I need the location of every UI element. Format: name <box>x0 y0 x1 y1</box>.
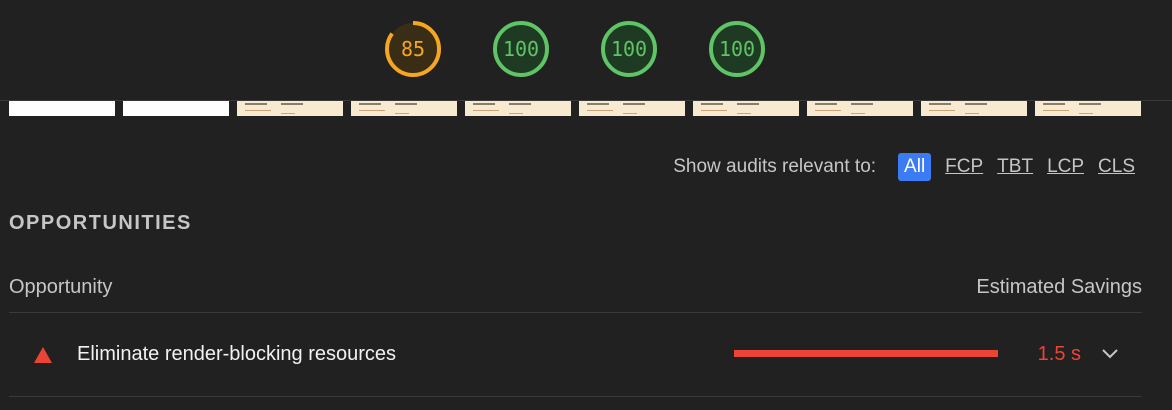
audit-filter: Show audits relevant to: All FCP TBT LCP… <box>673 152 1135 181</box>
score-gauge-accessibility[interactable]: 100 <box>492 20 550 78</box>
filmstrip-frame <box>237 101 343 116</box>
filmstrip-frame <box>465 101 571 116</box>
opportunities-table-header: Opportunity Estimated Savings <box>9 276 1142 313</box>
opportunity-row[interactable]: Eliminate render-blocking resources 1.5 … <box>9 313 1142 397</box>
filmstrip-frame <box>123 101 229 116</box>
score-value: 100 <box>502 37 540 61</box>
filmstrip-frame <box>1035 101 1141 116</box>
filter-chip-tbt[interactable]: TBT <box>997 154 1033 180</box>
score-value: 100 <box>718 37 756 61</box>
score-gauge-best-practices[interactable]: 100 <box>600 20 658 78</box>
score-gauge-performance[interactable]: 85 <box>384 20 442 78</box>
filter-label: Show audits relevant to: <box>673 155 877 177</box>
filter-chip-cls[interactable]: CLS <box>1098 154 1135 180</box>
score-gauge-seo[interactable]: 100 <box>708 20 766 78</box>
score-value: 85 <box>400 37 426 61</box>
filter-chip-all[interactable]: All <box>898 152 932 181</box>
score-gauges-bar: 85 100 100 100 <box>0 0 1172 101</box>
section-title-opportunities: OPPORTUNITIES <box>9 212 192 234</box>
filmstrip-frame <box>579 101 685 116</box>
opportunity-title: Eliminate render-blocking resources <box>77 343 397 365</box>
filter-chip-lcp[interactable]: LCP <box>1047 154 1084 180</box>
filmstrip-frame <box>693 101 799 116</box>
filmstrip-frame <box>807 101 913 116</box>
score-value: 100 <box>610 37 648 61</box>
filter-chip-fcp[interactable]: FCP <box>945 154 983 180</box>
opportunity-savings: 1.5 s <box>1037 343 1081 365</box>
filmstrip-frame <box>921 101 1027 116</box>
chevron-down-icon[interactable] <box>1100 346 1120 360</box>
savings-bar <box>734 350 998 357</box>
column-header-estimated-savings: Estimated Savings <box>976 276 1142 298</box>
filmstrip-frame <box>9 101 115 116</box>
column-header-opportunity: Opportunity <box>9 276 113 298</box>
warning-triangle-icon <box>34 347 52 363</box>
filmstrip-frame <box>351 101 457 116</box>
